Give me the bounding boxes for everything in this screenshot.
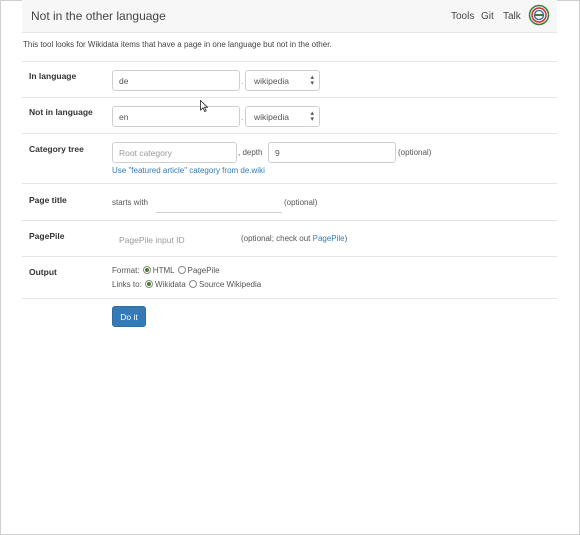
- page-title-optional-note: (optional): [284, 198, 318, 207]
- navbar: Not in the other language Tools Git Talk: [22, 0, 557, 33]
- nav-tools-link[interactable]: Tools: [451, 11, 474, 22]
- format-pagepile-radio[interactable]: [177, 266, 186, 274]
- root-category-input[interactable]: [112, 142, 237, 163]
- pagepile-note-text: (optional; check out: [241, 234, 313, 243]
- links-to-label: Links to:: [112, 280, 142, 289]
- format-pagepile-label[interactable]: PagePile: [188, 266, 220, 275]
- links-wikidata-radio[interactable]: [145, 280, 154, 288]
- not-in-language-project-value: wikipedia: [254, 112, 289, 122]
- row-output: Output Format: HTML PagePile Links to: W…: [22, 256, 557, 299]
- page-title-input[interactable]: [156, 192, 282, 213]
- divider: [22, 298, 557, 299]
- in-language-label: In language: [29, 71, 77, 81]
- select-caret-icon: ▴ ▾: [310, 110, 314, 123]
- depth-label: , depth: [238, 148, 263, 157]
- separator-dot: .: [241, 77, 244, 86]
- links-radio-group: Links to: Wikidata Source Wikipedia: [112, 280, 261, 289]
- format-html-radio[interactable]: [142, 266, 151, 274]
- featured-article-category-link[interactable]: Use "featured article" category from de.…: [112, 166, 265, 175]
- mouse-pointer-icon: [200, 100, 208, 112]
- row-page-title: Page title starts with (optional): [22, 183, 557, 221]
- select-caret-icon: ▴ ▾: [310, 74, 314, 87]
- pagepile-label: PagePile: [29, 231, 65, 241]
- starts-with-label: starts with: [112, 198, 149, 207]
- nav-talk-link[interactable]: Talk: [503, 11, 521, 22]
- category-tree-label: Category tree: [29, 144, 84, 154]
- nav-git-link[interactable]: Git: [481, 11, 494, 22]
- pagepile-id-input[interactable]: [112, 229, 238, 250]
- pagepile-note: (optional; check out PagePile): [241, 234, 347, 243]
- do-it-button[interactable]: Do it: [112, 306, 146, 327]
- app-title[interactable]: Not in the other language: [31, 9, 166, 23]
- page-title-label: Page title: [29, 195, 67, 205]
- links-wikidata-label[interactable]: Wikidata: [155, 280, 186, 289]
- intro-text: This tool looks for Wikidata items that …: [23, 40, 332, 49]
- row-pagepile: PagePile (optional; check out PagePile): [22, 220, 557, 257]
- not-in-language-label: Not in language: [29, 107, 93, 117]
- format-html-label[interactable]: HTML: [153, 266, 174, 275]
- row-in-language: In language . wikipedia ▴▾: [22, 61, 557, 98]
- in-language-project-value: wikipedia: [254, 76, 289, 86]
- format-label: Format:: [112, 266, 140, 275]
- category-optional-note: (optional): [398, 148, 432, 157]
- row-category-tree: Category tree , depth (optional) Use "fe…: [22, 133, 557, 184]
- pagepile-note-end: ): [344, 234, 348, 243]
- separator-dot: .: [241, 113, 244, 122]
- row-not-in-language: Not in language . wikipedia ▴▾: [22, 97, 557, 134]
- depth-input[interactable]: [268, 142, 396, 163]
- links-source-wikipedia-radio[interactable]: [188, 280, 197, 288]
- pagepile-link[interactable]: PagePile: [313, 234, 345, 243]
- in-language-input[interactable]: [112, 70, 240, 91]
- not-in-language-project-select[interactable]: wikipedia ▴ ▾: [245, 106, 320, 127]
- toolforge-logo-icon[interactable]: [528, 4, 550, 26]
- format-radio-group: Format: HTML PagePile: [112, 266, 220, 275]
- not-in-language-input[interactable]: [112, 106, 240, 127]
- output-label: Output: [29, 267, 57, 277]
- in-language-project-select[interactable]: wikipedia ▴ ▾: [245, 70, 320, 91]
- links-source-wikipedia-label[interactable]: Source Wikipedia: [199, 280, 261, 289]
